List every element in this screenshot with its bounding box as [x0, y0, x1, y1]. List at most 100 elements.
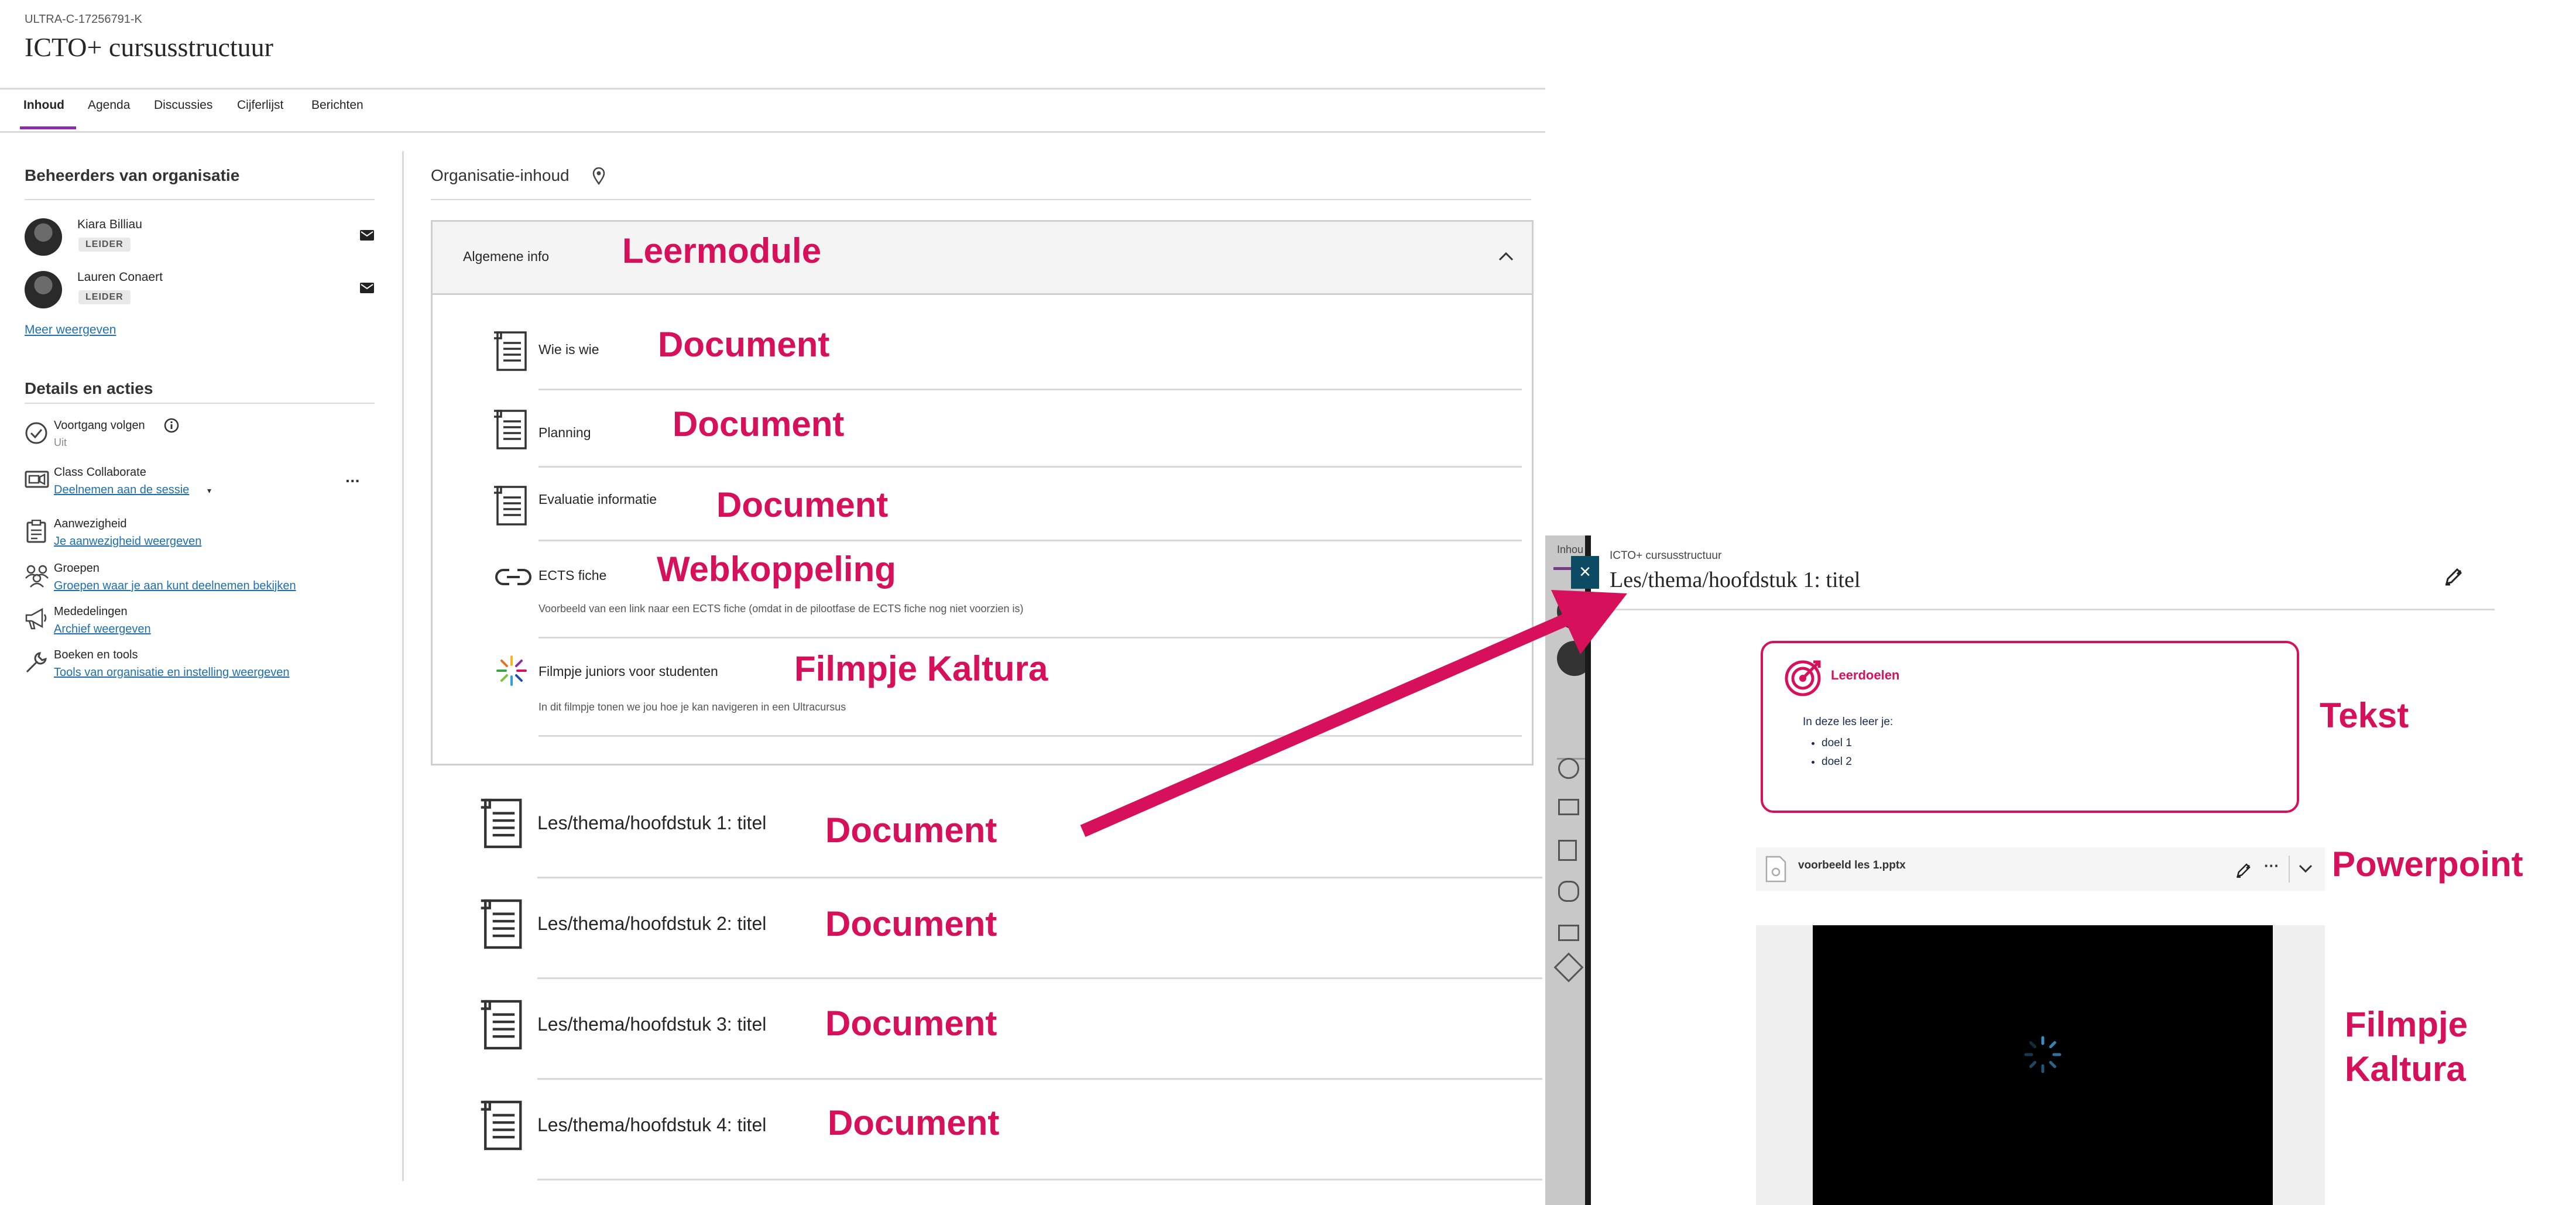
item-title: Planning	[538, 425, 591, 440]
video-player[interactable]	[1813, 925, 2273, 1205]
tab-cijferlijst[interactable]: Cijferlijst	[237, 98, 283, 112]
annotation-document: Document	[673, 404, 845, 444]
document-icon	[477, 797, 527, 850]
admin-row[interactable]: Kiara Billiau LEIDER	[25, 217, 376, 258]
file-divider	[2289, 856, 2290, 883]
module-header[interactable]: Algemene info	[433, 222, 1532, 295]
close-icon: ×	[1579, 561, 1591, 583]
document-icon	[477, 898, 527, 950]
detail-aanwezigheid[interactable]: Aanwezigheid Je aanwezigheid weergeven	[25, 517, 376, 555]
lesson-item[interactable]: Les/thema/hoofdstuk 3: titel	[477, 997, 1542, 1085]
detail-mededelingen[interactable]: Mededelingen Archief weergeven	[25, 605, 376, 643]
module-item[interactable]: Wie is wie	[492, 325, 1522, 390]
more-admins-link[interactable]: Meer weergeven	[25, 323, 116, 337]
lesson-item[interactable]: Les/thema/hoofdstuk 2: titel	[477, 897, 1542, 984]
item-title: Filmpje juniors voor studenten	[538, 664, 718, 679]
admin-name: Kiara Billiau	[77, 218, 142, 231]
document-icon	[477, 1099, 527, 1152]
annotation-kaltura: Kaltura	[2345, 1049, 2466, 1089]
detail-voortgang[interactable]: Voortgang volgen Uit	[25, 418, 376, 456]
annotation-powerpoint: Powerpoint	[2332, 844, 2523, 884]
check-circle-icon	[25, 421, 48, 445]
document-icon	[477, 998, 527, 1051]
edit-pencil-icon[interactable]	[2443, 566, 2464, 587]
lesson-title: Les/thema/hoofdstuk 4: titel	[537, 1114, 767, 1135]
link-icon	[494, 567, 533, 588]
annotation-document: Document	[828, 1103, 1000, 1142]
info-icon[interactable]	[164, 418, 179, 433]
content-heading: Organisatie-inhoud	[431, 166, 570, 184]
detail-title: Class Collaborate	[54, 466, 146, 479]
chevron-up-icon[interactable]	[1498, 251, 1514, 262]
detail-title: Mededelingen	[54, 605, 128, 618]
text-block-intro: In deze les leer je:	[1803, 716, 1894, 728]
annotation-document: Document	[825, 904, 997, 943]
detail-title: Aanwezigheid	[54, 517, 127, 530]
backdrop-icon	[1558, 881, 1579, 902]
detail-sub[interactable]: Groepen waar je aan kunt deelnemen bekij…	[54, 579, 296, 593]
annotation-webkoppeling: Webkoppeling	[657, 550, 896, 589]
detail-collaborate[interactable]: Class Collaborate Deelnemen aan de sessi…	[25, 466, 376, 503]
lesson-title: Les/thema/hoofdstuk 3: titel	[537, 1014, 767, 1035]
detail-groepen[interactable]: Groepen Groepen waar je aan kunt deelnem…	[25, 562, 376, 599]
tab-discussies[interactable]: Discussies	[154, 98, 212, 112]
item-description: Voorbeeld van een link naar een ECTS fic…	[538, 603, 1024, 614]
document-icon	[492, 330, 530, 372]
annotation-document: Document	[825, 1004, 997, 1043]
admin-row[interactable]: Lauren Conaert LEIDER	[25, 269, 376, 310]
chevron-down-icon[interactable]: ▾	[207, 486, 211, 496]
mail-icon[interactable]	[359, 282, 375, 294]
annotation-filmpje-kaltura: Filmpje Kaltura	[794, 649, 1048, 688]
tab-agenda[interactable]: Agenda	[88, 98, 130, 112]
details-heading: Details en acties	[25, 379, 153, 397]
chevron-down-icon[interactable]	[2298, 864, 2313, 873]
annotation-filmpje: Filmpje	[2345, 1005, 2468, 1044]
tab-berichten[interactable]: Berichten	[311, 98, 363, 112]
location-pin-icon	[592, 167, 605, 185]
file-attachment[interactable]: voorbeeld les 1.pptx ···	[1756, 847, 2325, 891]
module-item[interactable]: Planning	[492, 404, 1522, 468]
target-icon	[1784, 658, 1823, 697]
detail-sub[interactable]: Je aanwezigheid weergeven	[54, 535, 201, 548]
detail-boeken[interactable]: Boeken en tools Tools van organisatie en…	[25, 648, 376, 686]
backdrop-icon	[1558, 925, 1579, 941]
course-id: ULTRA-C-17256791-K	[25, 13, 142, 26]
detail-sub[interactable]: Tools van organisatie en instelling weer…	[54, 666, 289, 679]
text-block[interactable]: Leerdoelen In deze les leer je: doel 1 d…	[1761, 641, 2299, 813]
ellipsis-icon[interactable]: ···	[345, 472, 361, 490]
panel-breadcrumb[interactable]: ICTO+ cursusstructuur	[1610, 550, 1721, 562]
detail-sub: Uit	[54, 437, 67, 448]
lesson-item[interactable]: Les/thema/hoofdstuk 4: titel	[477, 1098, 1542, 1186]
goal-item: doel 1	[1822, 737, 1852, 750]
video-embed[interactable]	[1756, 925, 2325, 1205]
admin-name: Lauren Conaert	[77, 270, 163, 284]
video-icon	[25, 471, 49, 488]
close-button[interactable]: ×	[1571, 556, 1599, 589]
detail-sub[interactable]: Archief weergeven	[54, 623, 151, 636]
text-block-heading: Leerdoelen	[1831, 668, 1900, 682]
annotation-tekst: Tekst	[2320, 696, 2409, 735]
tab-inhoud[interactable]: Inhoud	[23, 98, 64, 112]
annotation-leermodule: Leermodule	[622, 231, 822, 270]
admin-role-badge: LEIDER	[78, 238, 131, 252]
avatar	[25, 271, 62, 308]
item-title: Wie is wie	[538, 342, 599, 357]
avatar	[25, 218, 62, 256]
goal-item: doel 2	[1822, 756, 1852, 768]
tab-label: Inhoud	[23, 98, 64, 112]
groups-icon	[25, 564, 49, 588]
item-title: ECTS fiche	[538, 568, 607, 583]
detail-title: Voortgang volgen	[54, 419, 145, 432]
item-title: Evaluatie informatie	[538, 492, 657, 507]
tab-label: Discussies	[154, 98, 213, 112]
page-title: ICTO+ cursusstructuur	[25, 32, 273, 62]
edit-pencil-icon[interactable]	[2235, 861, 2252, 879]
module-item[interactable]: Evaluatie informatie	[492, 480, 1522, 544]
lesson-title: Les/thema/hoofdstuk 2: titel	[537, 913, 767, 934]
backdrop-icon	[1553, 952, 1584, 983]
detail-sub[interactable]: Deelnemen aan de sessie	[54, 483, 189, 497]
mail-icon[interactable]	[359, 229, 375, 241]
panel-title-divider	[1605, 609, 2495, 610]
more-options-icon[interactable]: ···	[2264, 857, 2279, 875]
admin-role-badge: LEIDER	[78, 290, 131, 304]
